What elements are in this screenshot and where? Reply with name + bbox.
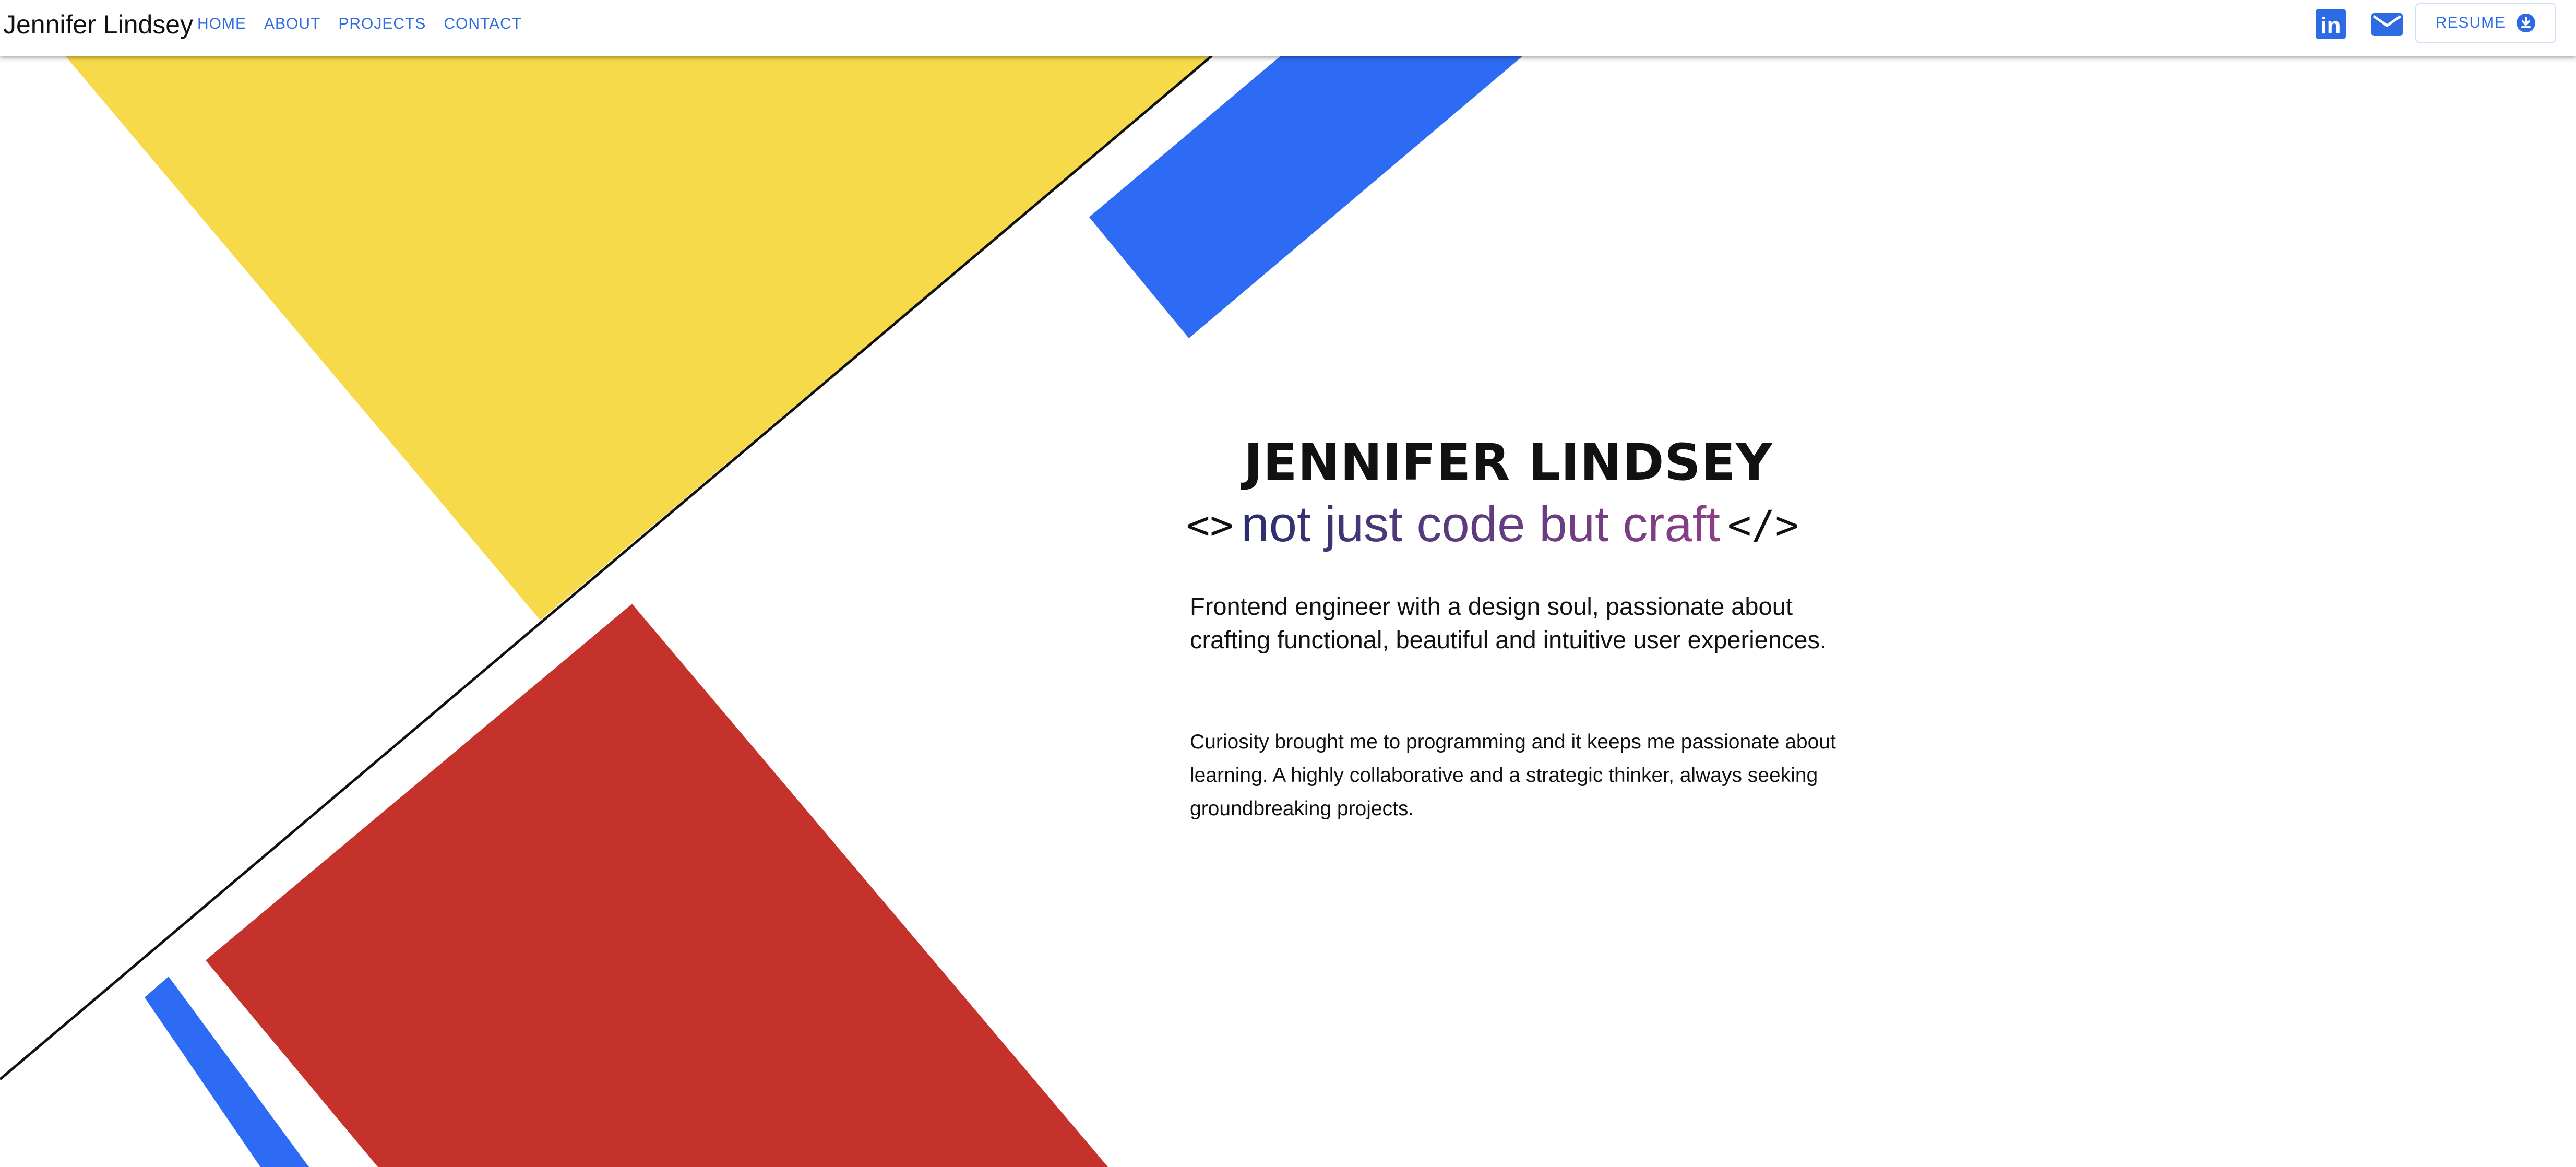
nav-about[interactable]: ABOUT	[264, 15, 320, 33]
code-open-bracket: <>	[1186, 501, 1234, 548]
linkedin-icon[interactable]: in	[2315, 8, 2347, 40]
top-navbar: Jennifer Lindsey HOME ABOUT PROJECTS CON…	[0, 0, 2576, 56]
mail-icon[interactable]	[2371, 8, 2403, 40]
tagline-text: not just code but craft	[1238, 496, 1723, 553]
geometric-art	[0, 55, 1523, 1167]
nav-links: HOME ABOUT PROJECTS CONTACT	[197, 15, 522, 33]
portfolio-page: Jennifer Lindsey HOME ABOUT PROJECTS CON…	[0, 0, 2576, 1167]
hero-bio: Curiosity brought me to programming and …	[1190, 731, 1836, 820]
code-close-bracket: </>	[1727, 501, 1799, 548]
nav-projects[interactable]: PROJECTS	[338, 15, 426, 33]
linkedin-label: in	[2320, 13, 2341, 39]
hero-name: JENNIFER LINDSEY	[1244, 433, 1773, 492]
hero-intro: Frontend engineer with a design soul, pa…	[1190, 592, 1827, 653]
tagline: <> not just code but craft </>	[1186, 496, 1799, 553]
download-icon	[2517, 14, 2536, 32]
brand-logo[interactable]: Jennifer Lindsey	[3, 9, 193, 40]
nav-home[interactable]: HOME	[197, 15, 246, 33]
nav-contact[interactable]: CONTACT	[444, 15, 522, 33]
resume-label: RESUME	[2435, 14, 2506, 31]
resume-button[interactable]: RESUME	[2415, 3, 2556, 43]
yellow-triangle	[65, 56, 1212, 620]
red-quadrilateral	[206, 604, 1108, 1167]
